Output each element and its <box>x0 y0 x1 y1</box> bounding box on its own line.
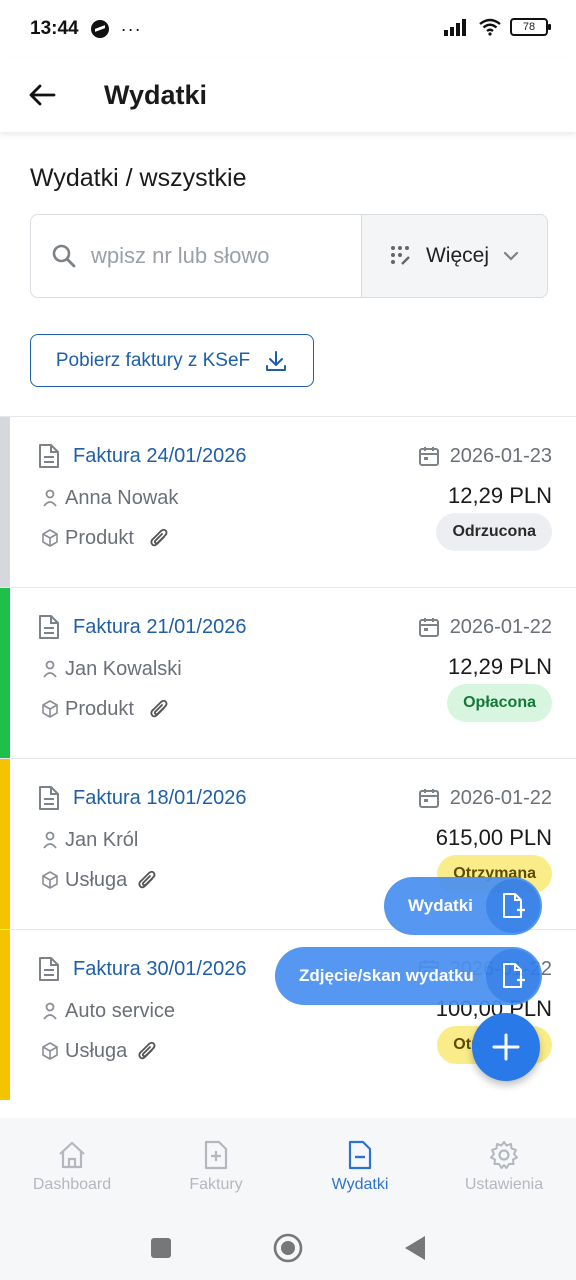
cube-icon <box>42 871 58 894</box>
calendar-icon <box>418 787 440 814</box>
file-minus-icon <box>348 1140 372 1170</box>
signal-icon <box>444 19 466 36</box>
document-icon <box>38 614 60 645</box>
category-label: Produkt <box>65 698 134 720</box>
invoice-amount: 12,29 PLN <box>448 483 552 508</box>
contractor-name: Jan Król <box>65 829 139 851</box>
arrow-left-icon <box>29 84 56 106</box>
search-input[interactable] <box>91 243 341 269</box>
back-button[interactable] <box>18 71 66 119</box>
status-color-bar <box>0 930 10 1100</box>
status-badge: Opłacona <box>447 684 552 722</box>
paperclip-icon <box>138 870 156 895</box>
paperclip-icon <box>150 528 168 553</box>
paperclip-icon <box>138 1041 156 1066</box>
cube-icon <box>42 1042 58 1065</box>
more-filters-label: Więcej <box>425 244 489 267</box>
status-color-bar <box>0 588 10 758</box>
ksef-download-button[interactable]: Pobierz faktury z KSeF <box>30 334 314 387</box>
contractor-name: Auto service <box>65 1000 176 1022</box>
nav-settings-label: Ustawienia <box>464 1176 544 1193</box>
app-bar: Wydatki <box>0 58 576 132</box>
invoice-date: 2026-01-22 <box>449 787 552 809</box>
calendar-icon <box>418 445 440 472</box>
nav-expenses-label: Wydatki <box>331 1176 389 1193</box>
status-bar: 13:44 ··· 78 <box>0 0 576 58</box>
gear-icon <box>490 1141 518 1169</box>
bottom-navigation: Dashboard Faktury Wydatki Ustawienia <box>0 1118 576 1216</box>
fab-add-expense-button[interactable]: Wydatki <box>384 877 542 935</box>
page-title: Wydatki <box>104 79 208 110</box>
battery-icon: 78 <box>510 18 551 36</box>
section-title: Wydatki / wszystkie <box>30 164 247 192</box>
nav-expenses[interactable]: Wydatki <box>288 1118 432 1216</box>
system-navigation <box>0 1216 576 1280</box>
cube-icon <box>42 700 58 723</box>
status-badge: Odrzucona <box>436 513 552 551</box>
search-icon <box>52 244 76 268</box>
contractor-name: Anna Nowak <box>65 487 179 509</box>
invoice-amount: 615,00 PLN <box>435 825 552 850</box>
fab-add-expense-label: Wydatki <box>408 896 473 915</box>
expense-card[interactable]: Faktura 24/01/2026 Anna Nowak Produkt 2026-… <box>0 416 576 587</box>
chevron-down-icon <box>503 251 519 261</box>
download-icon <box>266 350 287 371</box>
expense-card[interactable]: Faktura 21/01/2026 Jan Kowalski Produkt 202… <box>0 587 576 758</box>
fab-photo-scan-label: Zdjęcie/skan wydatku <box>299 966 474 985</box>
file-plus-icon <box>486 949 540 1003</box>
invoice-date: 2026-01-23 <box>449 445 552 467</box>
person-icon <box>42 1002 58 1025</box>
back-nav-button[interactable] <box>404 1235 426 1261</box>
plus-icon <box>492 1033 520 1061</box>
calendar-icon <box>418 616 440 643</box>
nav-invoices-label: Faktury <box>189 1176 243 1193</box>
invoice-number-link[interactable]: Faktura 24/01/2026 <box>73 445 246 468</box>
wifi-icon <box>479 18 501 36</box>
paperclip-icon <box>150 699 168 724</box>
messenger-icon <box>90 20 109 38</box>
cube-icon <box>42 529 58 552</box>
nav-dashboard[interactable]: Dashboard <box>0 1118 144 1216</box>
person-icon <box>42 660 58 683</box>
home-icon <box>59 1141 85 1169</box>
nav-settings[interactable]: Ustawienia <box>432 1118 576 1216</box>
nav-dashboard-label: Dashboard <box>32 1176 112 1193</box>
document-icon <box>38 956 60 987</box>
invoice-number-link[interactable]: Faktura 30/01/2026 <box>73 958 246 981</box>
contractor-name: Jan Kowalski <box>65 658 182 680</box>
status-color-bar <box>0 759 10 929</box>
invoice-amount: 12,29 PLN <box>448 654 552 679</box>
ksef-download-label: Pobierz faktury z KSeF <box>55 349 251 371</box>
search-field[interactable] <box>31 215 361 297</box>
fab-photo-scan-button[interactable]: Zdjęcie/skan wydatku <box>275 947 542 1005</box>
document-icon <box>38 785 60 816</box>
person-icon <box>42 831 58 854</box>
filter-grid-icon <box>390 246 410 265</box>
file-plus-icon <box>204 1140 228 1170</box>
more-filters-button[interactable]: Więcej <box>361 215 547 297</box>
recent-apps-button[interactable] <box>150 1237 172 1259</box>
invoice-date: 2026-01-22 <box>449 616 552 638</box>
home-button[interactable] <box>272 1232 304 1264</box>
document-icon <box>38 443 60 474</box>
file-plus-icon <box>486 879 540 933</box>
category-label: Usługa <box>65 1040 128 1062</box>
nav-invoices[interactable]: Faktury <box>144 1118 288 1216</box>
person-icon <box>42 489 58 512</box>
invoice-number-link[interactable]: Faktura 18/01/2026 <box>73 787 246 810</box>
category-label: Usługa <box>65 869 128 891</box>
status-color-bar <box>0 417 10 587</box>
more-notifications-icon: ··· <box>120 18 142 39</box>
search-bar: Więcej <box>30 214 548 298</box>
status-time: 13:44 <box>30 18 79 39</box>
invoice-number-link[interactable]: Faktura 21/01/2026 <box>73 616 246 639</box>
fab-main-button[interactable] <box>472 1013 540 1081</box>
category-label: Produkt <box>65 527 134 549</box>
